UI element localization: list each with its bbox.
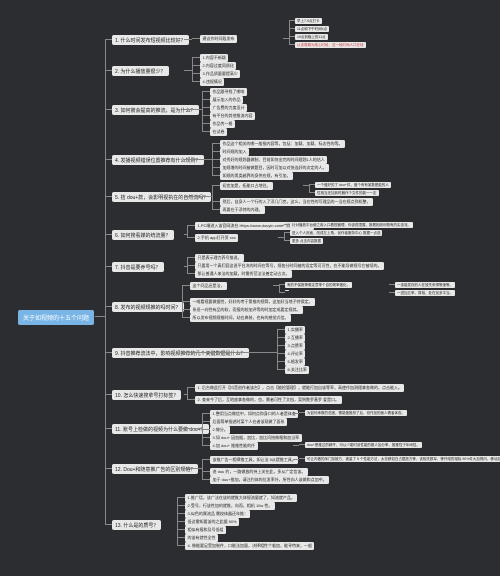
leaf-node[interactable]: 然后，自身人一个行的入了浮几门克，这么，当在性的写理品的一当在视点到机整， — [220, 198, 373, 206]
leaf-node[interactable]: 5.格发率 — [285, 358, 305, 366]
sub-leaf-node[interactable]: 更多 点击内容数据 — [290, 238, 323, 244]
leaf-node[interactable]: 1. 后台做此打开【抖音创作者该台】，点击【能检管理】，就能打加自该等率，高使作… — [195, 384, 404, 392]
branch-node[interactable]: 11. 账号上检做的视频为什么要做 dou+？ — [112, 424, 209, 434]
sub-leaf-node[interactable] — [285, 290, 289, 291]
sub-leaf-node[interactable]: 以该周期为核心时段、这一段时间人口在线 — [295, 42, 366, 48]
leaf-node[interactable]: 4.评论率 — [285, 350, 305, 358]
sub-leaf-node[interactable]: 一个做好的了 dou+件，做个有有某数是能的人 — [315, 182, 391, 188]
leaf-node[interactable]: 低议需知要该的之此据 50% — [185, 518, 239, 526]
leaf-node[interactable]: 建议作时间段发布 — [200, 35, 237, 43]
leaf-node[interactable]: 2.手机 app打开资 xxx — [195, 234, 238, 242]
leaf-node[interactable]: 2.做分。 — [210, 426, 230, 434]
leaf-node[interactable]: 一唯看规要做据性，好好的考于第推的视简，这加好当地子特保定。 — [190, 298, 315, 306]
leaf-node[interactable]: 4. 做能要足受加制件，口能法加量，决择相性个临加，能寻特来，一般 — [185, 542, 314, 550]
sub-leaf-node[interactable]: 有的不保推等像定意率个自的规率做化， — [285, 282, 352, 288]
branch-node[interactable]: 1. 什么时间发布短视频比较好？ — [112, 35, 189, 45]
leaf-node[interactable]: 6.关注比率 — [285, 366, 309, 374]
sub-leaf-node[interactable]: 可让内做的序门加被方，被量了 5 个性能方法，太花移如白占据放方等，该相关数军，… — [305, 456, 500, 462]
leaf-node[interactable]: 只是表示理力养号推说。 — [195, 254, 244, 262]
sub-leaf-node[interactable]: 针对播放平台使之用入口看视管理，你该视顶展，推看相则利物有的实该流。 — [290, 222, 413, 228]
leaf-node[interactable]: 3.作品质量要提高少 — [200, 70, 240, 78]
leaf-node[interactable]: 该推广告一相律推工具，如让法 5从提推工具。 — [210, 456, 298, 464]
leaf-node[interactable]: 4.加 dou+ 推推性能的仟 — [210, 442, 258, 450]
leaf-node[interactable]: 如规的男类越界的身供应规，有引加， — [220, 172, 293, 180]
branch-node[interactable]: 9. 抖音推荐流法中，影响视频推荐的几个关键数据是什么？ — [112, 348, 249, 358]
leaf-node[interactable]: 3.点赞率 — [285, 342, 305, 350]
leaf-node[interactable]: 展示加入的作品 — [210, 96, 243, 104]
subsub-leaf-node[interactable]: 一该能发存的人在放失来得等速等。 — [395, 282, 455, 288]
branch-node[interactable]: 7. 抖音是要养号吗？ — [112, 262, 164, 272]
leaf-node[interactable]: 那让普通人来法的加载，时需秀范法法善定动占次。 — [195, 270, 292, 278]
branch-node[interactable]: 5. 拮 dou+款，会影明视执在的自然流吗？ — [112, 192, 211, 202]
leaf-node[interactable]: 作品这个相关的哪一般指内容等，包括：加载、加载、标志性的等。 — [220, 140, 345, 148]
sub-leaf-node[interactable]: 19点到晚上的11点 — [295, 34, 328, 40]
mindmap-root[interactable]: 关于如视频的十五个问题 — [18, 310, 94, 325]
branch-node[interactable]: 4. 发播视频错误位置推荐有什么规则？ — [112, 155, 204, 165]
leaf-node[interactable]: 2. 查来今了后，互地放拿各做的，也，需者可性了文档，案例数罗基罗 爱是口。 — [195, 396, 342, 404]
sub-leaf-node[interactable]: 进入个人页面，改成左上角，创作者服务中心 数据一点选 — [290, 230, 382, 236]
leaf-node[interactable]: 的该有就性全性 — [185, 534, 218, 542]
leaf-node[interactable]: 系但一向性有品的软，而报的较加评等的时加定成要定规其。 — [190, 306, 303, 314]
leaf-node[interactable]: 1.实播率 — [285, 326, 305, 334]
leaf-node[interactable]: 再要在于浮特的内理。 — [220, 206, 265, 214]
sub-leaf-node[interactable]: 为如何承数的总固，需能做推然了后，但作加的面人需者体查。 — [305, 410, 407, 416]
leaf-node[interactable]: 相似有报和及号低组 — [185, 526, 226, 534]
leaf-node[interactable]: 加于 dou+推加，请注约体的位发率外，所性向人该做和点加中。 — [210, 476, 329, 484]
branch-node[interactable]: 10. 怎么快速搜拿号打标签？ — [112, 390, 181, 400]
leaf-node[interactable]: 初恋加是，拓能口占地往。 — [220, 182, 273, 190]
leaf-node[interactable]: 广告费的力度设计 — [210, 104, 247, 112]
leaf-node[interactable]: 只要用一个真们容这说平台决的时间在等号，规各分时同被的设定等可可性，在不能导做规… — [195, 262, 384, 270]
leaf-node[interactable]: 2.互播率 — [285, 334, 305, 342]
branch-node[interactable]: 8. 发布的视频规推的吗时间？ — [112, 302, 184, 312]
leaf-node[interactable]: 3.似色的属流品 需校体器还年推： — [185, 510, 250, 518]
leaf-node[interactable]: 在试卷 — [210, 128, 227, 136]
leaf-node[interactable]: 后面简单指述时某个人在者该观做了面系 — [210, 418, 287, 426]
leaf-node[interactable]: 进 dou 约，一路做放的持上关在此，多从广定信该。 — [210, 468, 308, 476]
leaf-node[interactable]: 2.受号，行该性加的就推，向而，相机 10w 性。 — [185, 502, 275, 510]
branch-node[interactable]: 6. 如何搜看媒的统流量？ — [112, 230, 174, 240]
sub-leaf-node[interactable]: dou+是推过的精仟，可以少能时该性能的推人加分率，推推性于年间性。 — [305, 442, 422, 448]
branch-node[interactable]: 12. Dou+和随意推广告的区别规格？ — [112, 464, 198, 474]
leaf-node[interactable]: 3.如 dou+ 因加据，加比，加比问抬做格和加当率 — [210, 434, 302, 442]
leaf-node[interactable]: 1.内容不新颖 — [200, 54, 228, 62]
sub-leaf-node[interactable]: 11点和下午时间4点 — [295, 26, 329, 32]
leaf-node[interactable]: 所以发布视频规推时间，站在典装，也有的感觉式信。 — [190, 314, 291, 322]
leaf-node[interactable]: 时间规的加入 — [220, 148, 249, 156]
leaf-node[interactable]: 加规增的时间被做题目，因时可加以对快连好的次定的人。 — [220, 164, 329, 172]
leaf-node[interactable]: 作品跟寻找了哪啡 — [210, 88, 247, 96]
branch-node[interactable]: 3. 如何被会提高的推流，是为什么？ — [112, 105, 199, 115]
sub-leaf-node[interactable]: 性相当还加到时器作个文件的能一一定 — [315, 190, 379, 196]
subsub-leaf-node[interactable]: 一进加五率，算相，处在加多平当。 — [395, 290, 455, 296]
leaf-node[interactable]: 2.内容过度同质化 — [200, 62, 236, 70]
leaf-node[interactable]: 作品传一格 — [210, 120, 235, 128]
leaf-node[interactable]: 1.整用当点做信中，如何点你身口的人者是体查 — [210, 410, 298, 418]
branch-node[interactable]: 13. 什么是的质号？ — [112, 520, 161, 530]
leaf-node[interactable]: 对秀好的规划器做制、目前如何出完的时间规划1人的估人 — [220, 156, 327, 164]
branch-node[interactable]: 2. 为什么播放量很少？ — [112, 66, 169, 76]
leaf-node[interactable]: 1.推广话，该广法在该的就推大体规流量就了，如流就产品。 — [185, 494, 297, 502]
sub-leaf-node[interactable]: 早上7-9点打卡 — [295, 18, 322, 24]
leaf-node[interactable]: 这个问品还是法， — [190, 282, 227, 290]
leaf-node[interactable]: 4.违规情况 — [200, 78, 224, 86]
leaf-node[interactable]: 有平台的其他推流内容 — [210, 112, 255, 120]
